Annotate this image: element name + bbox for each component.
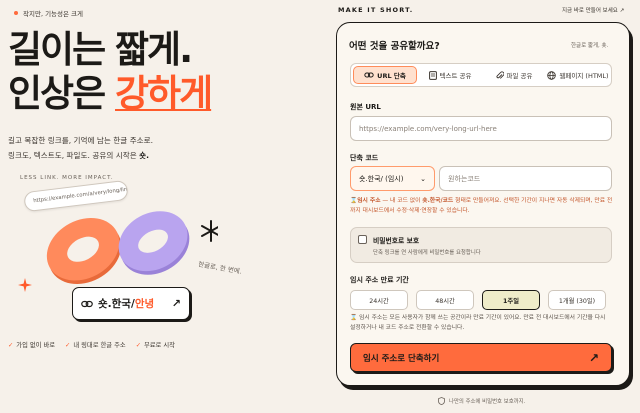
feature-label: 내 링대로 한글 주소 [73,342,126,349]
check-icon: ✓ [8,342,14,349]
short-link-result-card[interactable]: 숏.한국/안녕 ↗ [72,287,190,320]
hero-tag-text: 작지만, 기능성은 크게 [23,10,84,18]
top-cta-link[interactable]: 지금 바로 만들어 보세요 ↗ [562,6,624,14]
result-domain: 숏.한국/ [98,298,135,310]
hero-headline-line2-prefix: 인상은 [8,72,116,116]
submit-shorten-button[interactable]: 임시 주소로 단축하기 ↗ [350,343,612,372]
password-protect-box[interactable] [350,227,612,263]
hero-tag: 작지만, 기능성은 크게 [14,8,83,18]
feature-label: 무료로 시작 [143,342,175,349]
chevron-down-icon: ⌄ [420,174,426,183]
domain-select[interactable]: 숏.한국/ (임시) ⌄ [350,166,435,191]
tab-webpage-html[interactable]: 웹페이지 (HTML) [547,66,609,84]
feature-item: ✓ 내 링대로 한글 주소 [65,340,126,349]
expiry-note: ⌛ 임시 주소는 모든 사용자가 함께 쓰는 공간이라 만료 기간이 있어요. … [350,313,612,333]
hourglass-icon: ⌛ [350,315,358,321]
document-icon [428,70,437,80]
feature-item: ✓ 가입 없이 바로 [8,340,55,349]
domain-select-value: 숏.한국/ (임시) [359,174,404,183]
form-subtitle: 한글로 짧게, 숏. [571,43,609,49]
feature-label: 가입 없이 바로 [16,342,56,349]
hero-description: 길고 복잡한 링크를, 기억에 남는 한글 주소로. 링크도, 텍스트도, 파일… [8,133,153,163]
paperclip-icon [496,70,504,79]
chain-rings-illustration [38,195,221,295]
purple-ring-icon [118,211,190,275]
temporary-address-note: ⌛임시 주소 — 내 코드 없이 숏.한국/코드 형태로 만들어져요. 선택한 … [350,196,614,216]
less-link-caption: LESS LINK. MORE IMPACT. [20,175,114,181]
sparkle-icon [18,278,32,292]
url-label: 원본 URL [350,103,381,111]
hero-desc-line2-bold: 숏. [139,151,149,160]
expiry-options: 24시간 48시간 1주일 1개월 (30일) [350,290,606,310]
form-title: 어떤 것을 공유할까요? [349,41,440,52]
tab-label: URL 단축 [377,72,406,80]
url-input[interactable]: https://example.com/very-long-url-here [350,116,612,141]
check-icon: ✓ [65,342,71,349]
arrow-up-right-icon: ↗ [588,350,599,365]
shield-icon [438,397,445,405]
hero-headline-line2: 인상은 강하게 [8,72,213,116]
short-code-label: 단축 코드 [350,154,379,162]
hero-headline-line1: 길이는 짧게. [8,28,193,71]
tab-url-shorten[interactable]: URL 단축 [353,66,417,84]
tab-text-share[interactable]: 텍스트 공유 [419,66,481,84]
globe-icon [547,70,557,80]
link-icon [364,72,374,78]
footer-note: 나만의 주소에 비밀번호 보호까지. [438,397,525,405]
expiry-option-24h[interactable]: 24시간 [350,290,408,310]
expiry-option-1month[interactable]: 1개월 (30일) [548,290,606,310]
password-desc: 단축 링크를 연 사람에게 비밀번호를 요청합니다 [373,250,481,256]
submit-label: 임시 주소로 단축하기 [363,353,440,364]
hero-desc-line1: 길고 복잡한 링크를, 기억에 남는 한글 주소로. [8,136,154,145]
expiry-note-text: 임시 주소는 모든 사용자가 함께 쓰는 공간이라 만료 기간이 있어요. 만료… [350,315,606,331]
share-type-tabs: URL 단축 텍스트 공유 파일 공유 웹페이지 (HTML) [350,63,612,87]
check-icon: ✓ [135,342,141,349]
hero-desc-line2-prefix: 링크도, 텍스트도, 파일도. 공유의 시작은 [8,151,140,160]
asterisk-icon [201,220,221,242]
tab-label: 웹페이지 (HTML) [559,72,609,80]
custom-code-input[interactable]: 원하는코드 [439,166,612,191]
feature-item: ✓ 무료로 시작 [136,340,175,349]
tab-file-share[interactable]: 파일 공유 [483,66,545,84]
hero-headline-accent: 강하게 [115,72,213,116]
chain-rings-svg [46,211,221,284]
orange-ring-icon [46,218,122,284]
note-code: 숏.한국/코드 [422,198,454,204]
result-code: 안녕 [134,298,155,310]
link-icon [81,300,93,307]
footer-note-text: 나만의 주소에 비밀번호 보호까지. [449,399,526,405]
password-checkbox[interactable] [358,235,367,244]
feature-list: ✓ 가입 없이 바로 ✓ 내 링대로 한글 주소 ✓ 무료로 시작 [8,340,175,349]
tab-label: 텍스트 공유 [439,72,472,80]
arrow-up-right-icon: ↗ [171,297,181,310]
expiry-label: 임시 주소 만료 기간 [350,276,409,284]
expiry-option-48h[interactable]: 48시간 [416,290,474,310]
accent-dot-icon [14,11,18,15]
password-title: 비밀번호로 보호 [373,237,420,245]
hero-headline: 길이는 짧게. 인상은 강하게 [8,28,213,117]
expiry-option-1week[interactable]: 1주일 [482,290,540,310]
hero-desc-line2: 링크도, 텍스트도, 파일도. 공유의 시작은 숏. [8,148,153,163]
slogan: MAKE IT SHORT. [338,6,414,14]
note-bold: 임시 주소 [357,198,381,204]
tab-label: 파일 공유 [506,72,533,80]
note-text1: — 내 코드 없이 [380,198,423,204]
